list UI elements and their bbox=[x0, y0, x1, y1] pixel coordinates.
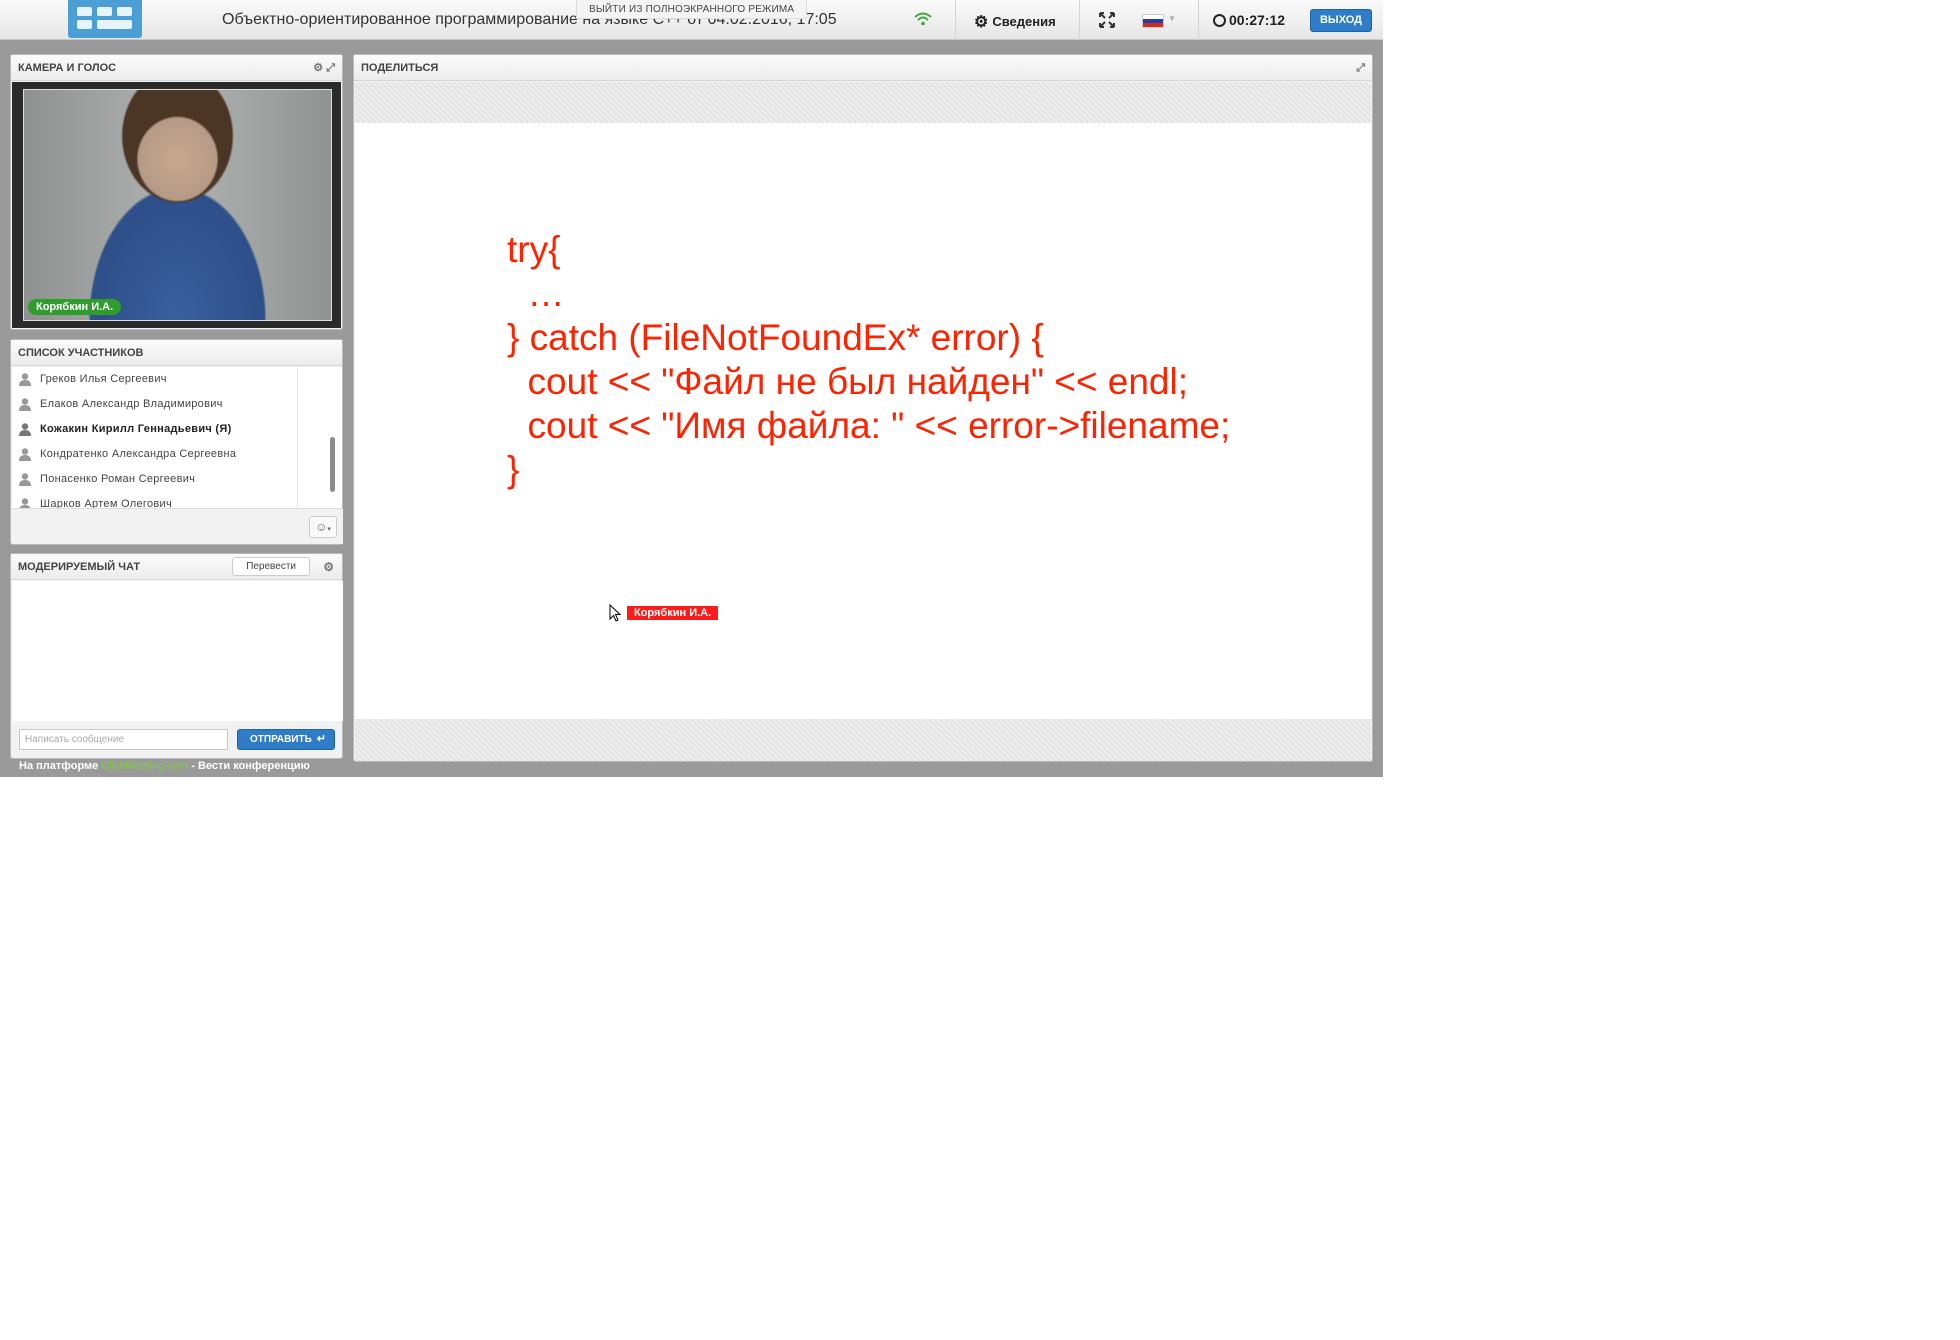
divider bbox=[1198, 0, 1199, 40]
chat-panel: МОДЕРИРУЕМЫЙ ЧАТ Перевести ⚙ Написать со… bbox=[10, 553, 343, 759]
participants-footer: ☺▾ bbox=[12, 508, 343, 544]
timer-value: 00:27:12 bbox=[1229, 12, 1286, 28]
user-icon bbox=[19, 423, 31, 436]
camera-panel-header: КАМЕРА И ГОЛОС ⚙ ⤢ bbox=[11, 55, 342, 81]
participants-panel-header: СПИСОК УЧАСТНИКОВ bbox=[11, 340, 342, 366]
share-panel-header: ПОДЕЛИТЬСЯ ⤢ bbox=[354, 55, 1372, 81]
user-icon bbox=[19, 498, 31, 508]
pointer-cursor-icon bbox=[609, 604, 621, 622]
participant-item[interactable]: Шарков Артем Олегович bbox=[12, 492, 297, 508]
chat-panel-title: МОДЕРИРУЕМЫЙ ЧАТ bbox=[18, 561, 141, 573]
camera-panel: КАМЕРА И ГОЛОС ⚙ ⤢ Корябкин И.А. bbox=[10, 54, 343, 330]
share-panel-title: ПОДЕЛИТЬСЯ bbox=[361, 62, 439, 74]
session-timer: 00:27:12 bbox=[1213, 12, 1285, 28]
shared-slide: try{ …} catch (FileNotFoundEx* error) { … bbox=[355, 123, 1371, 719]
expand-icon[interactable]: ⤢ bbox=[1356, 55, 1365, 81]
divider bbox=[955, 0, 956, 40]
language-flag-icon[interactable] bbox=[1142, 14, 1164, 28]
exit-fullscreen-button[interactable]: ВЫЙТИ ИЗ ПОЛНОЭКРАННОГО РЕЖИМА bbox=[576, 0, 808, 19]
participants-panel-title: СПИСОК УЧАСТНИКОВ bbox=[18, 347, 144, 359]
participant-name: Елаков Александр Владимирович bbox=[40, 398, 223, 410]
participants-panel: СПИСОК УЧАСТНИКОВ Греков Илья Сергеевич … bbox=[10, 339, 343, 545]
connection-signal-icon bbox=[914, 12, 932, 26]
top-bar: Объектно-ориентированное программировани… bbox=[0, 0, 1383, 40]
footer-suffix[interactable]: - Вести конференцию bbox=[191, 760, 310, 772]
participant-name: Кондратенко Александра Сергеевна bbox=[40, 448, 237, 460]
presenter-pointer-label: Корябкин И.А. bbox=[627, 606, 719, 620]
send-label: ОТПРАВИТЬ bbox=[250, 734, 312, 745]
logo-grid-icon bbox=[77, 7, 133, 31]
participant-item[interactable]: Понасенко Роман Сергеевич bbox=[12, 467, 297, 492]
gear-icon[interactable]: ⚙ bbox=[323, 554, 334, 580]
participant-item[interactable]: Кондратенко Александра Сергеевна bbox=[12, 442, 297, 467]
meeting-app: Объектно-ориентированное программировани… bbox=[0, 0, 1383, 777]
code-snippet: try{ …} catch (FileNotFoundEx* error) { … bbox=[507, 228, 1230, 492]
brand-link[interactable]: ClickMeeting.com bbox=[101, 760, 188, 772]
user-icon bbox=[19, 398, 31, 411]
chevron-down-icon[interactable]: ▼ bbox=[1168, 14, 1176, 23]
code-line: cout << "Файл не был найден" << endl; bbox=[507, 361, 1189, 402]
clock-icon bbox=[1213, 14, 1226, 27]
code-line: try{ bbox=[507, 229, 561, 270]
user-icon bbox=[19, 373, 31, 386]
panel-tools: ⚙ ⤢ bbox=[313, 55, 335, 81]
send-button[interactable]: ОТПРАВИТЬ ↵ bbox=[237, 729, 335, 750]
code-line: cout << "Имя файла: " << error->filename… bbox=[507, 405, 1231, 446]
platform-footer: На платформе ClickMeeting.com - Вести ко… bbox=[19, 760, 310, 772]
share-top-band bbox=[355, 82, 1371, 123]
participant-item[interactable]: Елаков Александр Владимирович bbox=[12, 392, 297, 417]
chat-message-input[interactable]: Написать сообщение bbox=[19, 729, 228, 750]
speaker-name-label: Корябкин И.А. bbox=[28, 299, 122, 315]
participant-item[interactable]: Греков Илья Сергеевич bbox=[12, 367, 297, 392]
exit-button[interactable]: ВЫХОД bbox=[1310, 9, 1372, 32]
gear-icon[interactable]: ⚙ bbox=[313, 62, 323, 74]
smile-icon: ☺ bbox=[315, 520, 328, 534]
user-icon bbox=[19, 448, 31, 461]
expand-icon[interactable]: ⤢ bbox=[326, 62, 335, 74]
user-icon bbox=[19, 473, 31, 486]
app-logo[interactable] bbox=[68, 0, 142, 38]
gear-icon: ⚙ bbox=[974, 14, 989, 31]
chat-messages bbox=[12, 581, 343, 721]
fullscreen-icon[interactable] bbox=[1099, 12, 1115, 28]
participants-list: Греков Илья Сергеевич Елаков Александр В… bbox=[12, 367, 297, 508]
footer-prefix: На платформе bbox=[19, 760, 99, 772]
code-line: } bbox=[507, 449, 520, 490]
scrollbar-thumb[interactable] bbox=[330, 437, 335, 492]
participant-name: Кожакин Кирилл Геннадьевич (Я) bbox=[40, 423, 232, 435]
chat-panel-header: МОДЕРИРУЕМЫЙ ЧАТ Перевести ⚙ bbox=[11, 554, 342, 580]
code-line: … bbox=[507, 273, 565, 314]
code-line: } catch (FileNotFoundEx* error) { bbox=[507, 317, 1044, 358]
share-bottom-band bbox=[355, 719, 1371, 761]
share-panel: ПОДЕЛИТЬСЯ ⤢ try{ …} catch (FileNotFound… bbox=[353, 54, 1373, 762]
info-label: Сведения bbox=[992, 14, 1056, 29]
chevron-down-icon: ▾ bbox=[327, 526, 331, 533]
participant-name: Шарков Артем Олегович bbox=[40, 498, 173, 508]
webcam-video[interactable] bbox=[23, 89, 332, 321]
participant-name: Греков Илья Сергеевич bbox=[40, 373, 167, 385]
enter-icon: ↵ bbox=[316, 733, 326, 745]
camera-panel-title: КАМЕРА И ГОЛОС bbox=[18, 62, 117, 74]
emoji-status-button[interactable]: ☺▾ bbox=[309, 516, 337, 538]
translate-button[interactable]: Перевести bbox=[232, 557, 310, 576]
participants-scrollbar[interactable] bbox=[297, 367, 342, 508]
participant-item-self[interactable]: Кожакин Кирилл Геннадьевич (Я) bbox=[12, 417, 297, 442]
participant-name: Понасенко Роман Сергеевич bbox=[40, 473, 196, 485]
divider bbox=[1079, 0, 1080, 40]
info-button[interactable]: ⚙ Сведения bbox=[974, 12, 1056, 32]
